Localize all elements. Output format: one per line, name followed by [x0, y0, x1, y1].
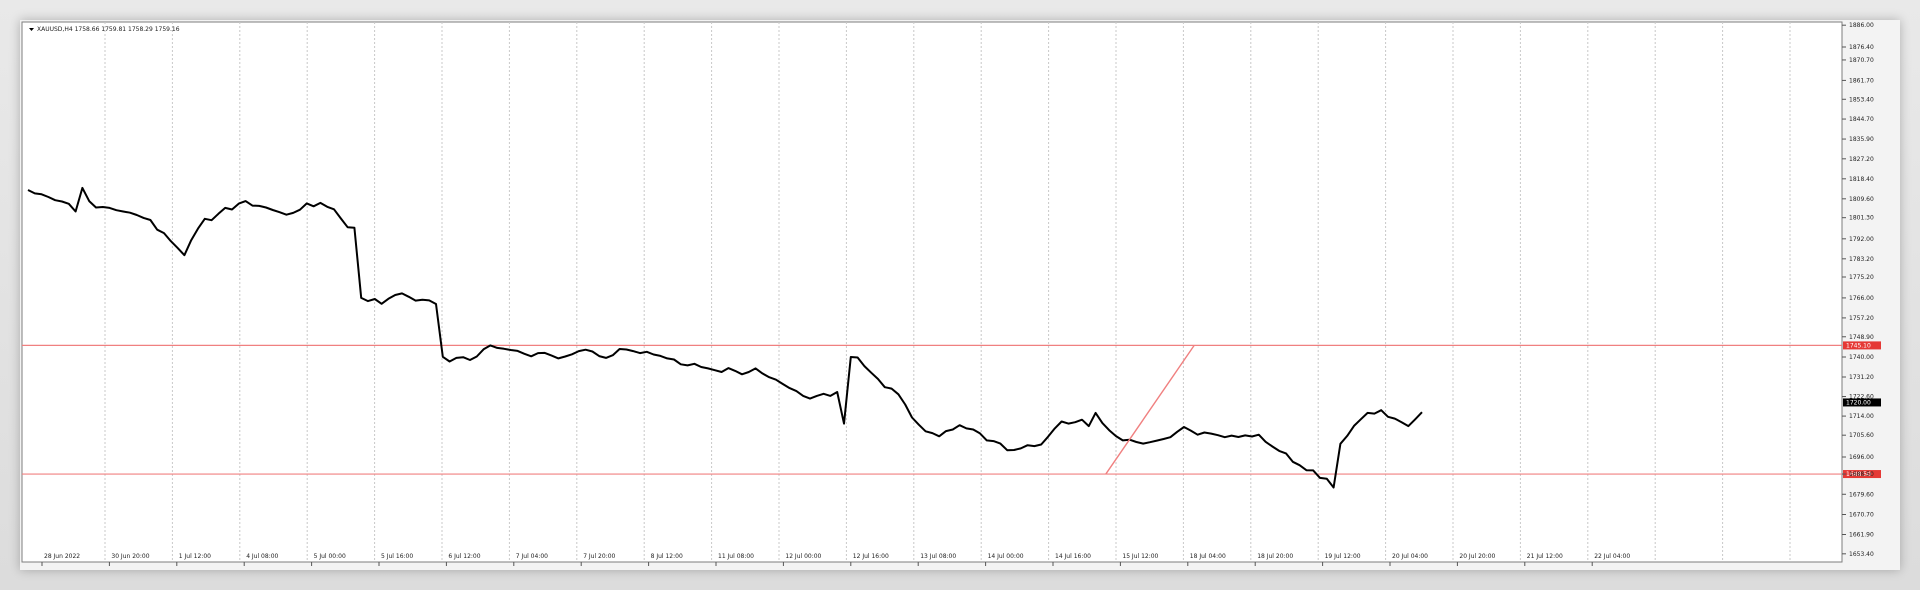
x-tick-label: 15 Jul 12:00: [1122, 553, 1158, 560]
x-tick-label: 8 Jul 12:00: [651, 553, 683, 560]
y-tick-label: 1705.60: [1849, 432, 1874, 439]
x-tick-label: 6 Jul 12:00: [448, 553, 480, 560]
plot-area: [21, 21, 1843, 563]
x-tick-label: 13 Jul 08:00: [920, 553, 956, 560]
price-chart[interactable]: 1745.101688.501720.00 1886.001876.401870…: [20, 20, 1900, 570]
level-price-label-upper: 1745.10: [1846, 342, 1871, 349]
x-tick-label: 11 Jul 08:00: [718, 553, 754, 560]
y-tick-label: 1792.00: [1849, 236, 1874, 243]
y-tick-label: 1670.70: [1849, 512, 1874, 519]
y-tick-label: 1809.60: [1849, 196, 1874, 203]
y-tick-label: 1696.00: [1849, 454, 1874, 461]
y-tick-label: 1714.00: [1849, 413, 1874, 420]
x-tick-label: 5 Jul 00:00: [314, 553, 346, 560]
y-tick-label: 1757.20: [1849, 315, 1874, 322]
x-tick-label: 5 Jul 16:00: [381, 553, 413, 560]
y-tick-label: 1722.60: [1849, 394, 1874, 401]
y-tick-label: 1653.40: [1849, 551, 1874, 558]
x-tick-label: 7 Jul 04:00: [516, 553, 548, 560]
y-tick-label: 1775.20: [1849, 274, 1874, 281]
y-tick-label: 1679.60: [1849, 491, 1874, 498]
y-tick-label: 1748.90: [1849, 334, 1874, 341]
y-tick-label: 1688.50: [1849, 471, 1874, 478]
x-tick-label: 20 Jul 20:00: [1459, 553, 1495, 560]
y-tick-label: 1853.40: [1849, 96, 1874, 103]
x-tick-label: 22 Jul 04:00: [1594, 553, 1630, 560]
x-tick-label: 18 Jul 20:00: [1257, 553, 1293, 560]
x-tick-label: 21 Jul 12:00: [1527, 553, 1563, 560]
x-tick-label: 4 Jul 08:00: [246, 553, 278, 560]
y-tick-label: 1740.00: [1849, 354, 1874, 361]
chart-window: 1745.10 1688.50 1720.00 1886.00 1876.40 1870…: [20, 20, 1900, 570]
x-tick-label: 7 Jul 20:00: [583, 553, 615, 560]
x-tick-label: 14 Jul 00:00: [988, 553, 1024, 560]
y-tick-label: 1801.30: [1849, 215, 1874, 222]
x-tick-label: 28 Jun 2022: [44, 553, 80, 560]
x-tick-label: 1 Jul 12:00: [179, 553, 211, 560]
x-tick-label: 14 Jul 16:00: [1055, 553, 1091, 560]
x-tick-label: 19 Jul 12:00: [1325, 553, 1361, 560]
y-tick-label: 1783.20: [1849, 256, 1874, 263]
x-tick-label: 18 Jul 04:00: [1190, 553, 1226, 560]
y-tick-label: 1731.20: [1849, 374, 1874, 381]
y-tick-label: 1861.70: [1849, 77, 1874, 84]
y-tick-label: 1766.00: [1849, 295, 1874, 302]
x-tick-label: 30 Jun 20:00: [111, 553, 149, 560]
y-tick-label: 1661.90: [1849, 532, 1874, 539]
y-tick-label: 1876.40: [1849, 44, 1874, 51]
y-tick-label: 1835.90: [1849, 136, 1874, 143]
symbol-info: XAUUSD,H4 1758.66 1759.81 1758.29 1759.1…: [29, 26, 180, 33]
y-tick-label: 1870.70: [1849, 57, 1874, 64]
y-tick-label: 1827.20: [1849, 156, 1874, 163]
y-tick-label: 1886.00: [1849, 22, 1874, 29]
x-tick-label: 20 Jul 04:00: [1392, 553, 1428, 560]
symbol-info-text: XAUUSD,H4 1758.66 1759.81 1758.29 1759.1…: [37, 26, 180, 33]
x-tick-label: 12 Jul 00:00: [785, 553, 821, 560]
x-tick-label: 12 Jul 16:00: [853, 553, 889, 560]
y-tick-label: 1844.70: [1849, 116, 1874, 123]
y-tick-label: 1818.40: [1849, 176, 1874, 183]
